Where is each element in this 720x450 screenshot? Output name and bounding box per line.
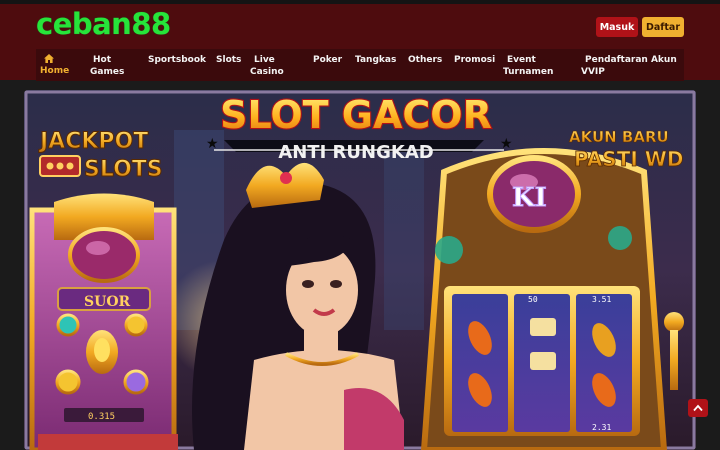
nav-item-event-turnamen[interactable]: Event Turnamen <box>503 54 553 78</box>
nav-item-live-casino[interactable]: Live Casino <box>250 54 284 78</box>
nav-item-home[interactable]: Home <box>40 65 69 77</box>
svg-text:★: ★ <box>500 136 513 152</box>
jackpot-sign-bottom: SLOTS <box>84 157 163 182</box>
promo-banner[interactable]: JACKPOT SLOTS SUOR 0.315 KI 50 3.51 2.31… <box>24 90 696 450</box>
jackpot-sign-top: JACKPOT <box>38 129 148 154</box>
svg-text:★: ★ <box>206 136 219 152</box>
left-machine-credit: 0.315 <box>88 412 115 422</box>
right-sign-bottom: PASTI WD <box>574 147 683 171</box>
nav-item-poker[interactable]: Poker <box>313 54 342 66</box>
back-to-top-button[interactable] <box>688 399 708 417</box>
site-header: ceban88 Masuk Daftar Home Hot Games Spor… <box>0 4 720 81</box>
nav-item-slots[interactable]: Slots <box>216 54 241 66</box>
right-machine-symbol: KI <box>512 183 547 213</box>
nav-item-others[interactable]: Others <box>408 54 442 66</box>
login-button[interactable]: Masuk <box>596 17 638 37</box>
right-machine-value-2: 3.51 <box>592 295 611 304</box>
right-machine-value-1: 50 <box>528 295 538 304</box>
right-machine-value-3: 2.31 <box>592 423 611 432</box>
banner-artwork: JACKPOT SLOTS SUOR 0.315 KI 50 3.51 2.31… <box>24 90 696 450</box>
register-button[interactable]: Daftar <box>642 17 684 37</box>
nav-item-tangkas[interactable]: Tangkas <box>355 54 396 66</box>
main-nav: Home Hot Games Sportsbook Slots Live Cas… <box>36 49 684 81</box>
chevron-up-icon <box>693 404 703 412</box>
banner-title-text: SLOT GACOR <box>220 93 492 137</box>
site-logo[interactable]: ceban88 <box>36 7 171 41</box>
nav-item-sportsbook[interactable]: Sportsbook <box>148 54 206 66</box>
banner-subtitle-text: ANTI RUNGKAD <box>278 142 433 163</box>
home-icon[interactable] <box>44 54 54 63</box>
nav-item-hot-games[interactable]: Hot Games <box>90 54 124 78</box>
right-slot-machine: KI 50 3.51 2.31 AKUN BARU PASTI WD <box>420 128 684 450</box>
left-machine-label: SUOR <box>84 294 131 310</box>
right-sign-top: AKUN BARU <box>569 128 669 146</box>
nav-item-promosi[interactable]: Promosi <box>454 54 495 66</box>
nav-item-vvip-registration[interactable]: Pendaftaran Akun VVIP <box>581 54 677 78</box>
